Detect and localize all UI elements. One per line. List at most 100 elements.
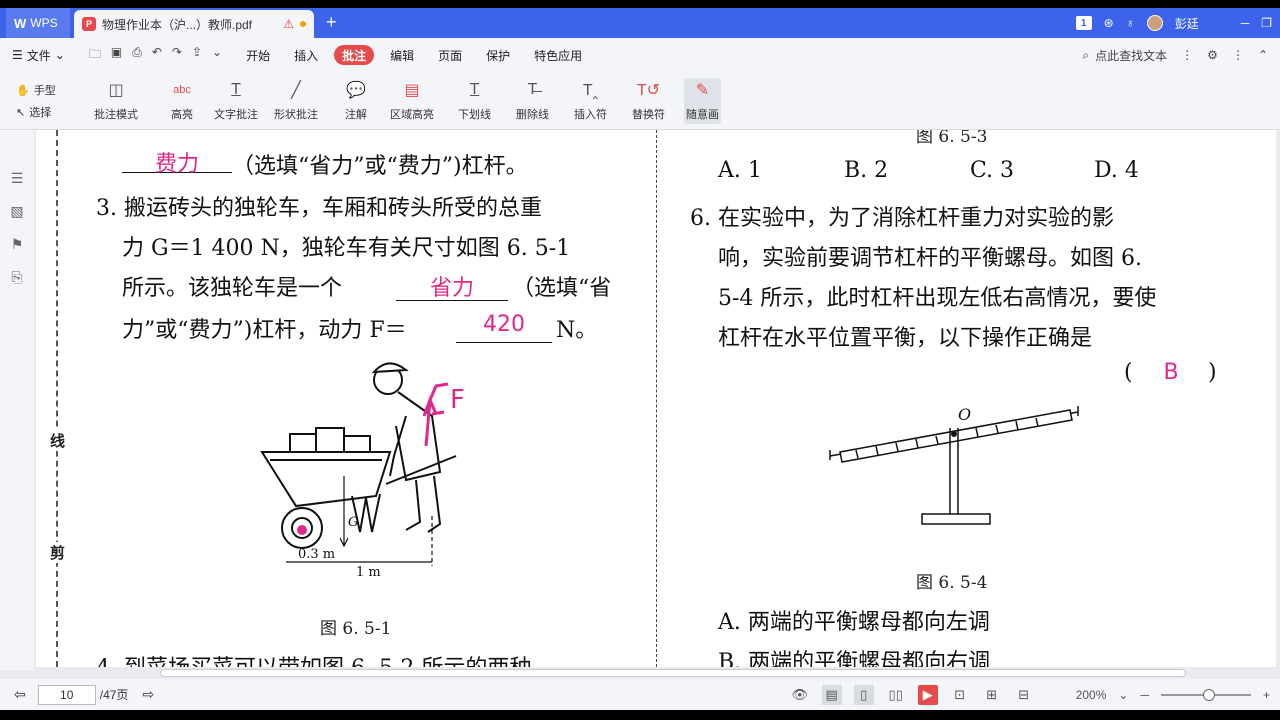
next-page-icon[interactable]: ⇨ <box>142 686 154 703</box>
continuous-view-icon[interactable]: ▤ <box>821 684 842 705</box>
hand-tool-label: 手型 <box>33 85 56 97</box>
cut-char-cut: 剪 <box>50 542 66 563</box>
q3-line4b: N。 <box>556 318 598 343</box>
avatar[interactable] <box>1146 15 1163 31</box>
page-number-input[interactable]: 10 <box>37 684 96 705</box>
prev-page-icon[interactable]: ⇦ <box>14 686 26 703</box>
note-label: 注解 <box>345 109 367 121</box>
settings-gear-icon[interactable]: ⚙ <box>1207 48 1218 62</box>
highlight-button[interactable]: abc 高亮 <box>168 78 196 122</box>
menu-insert[interactable]: 插入 <box>282 38 330 72</box>
find-text-field[interactable]: 点此查找文本 <box>1095 47 1167 64</box>
menu-protect[interactable]: 保护 <box>474 38 522 72</box>
cursor-icon: ↖ <box>16 106 26 119</box>
annotation-answer-2[interactable]: 420 <box>456 312 552 337</box>
collapse-chevron-icon[interactable]: ⌃ <box>1258 48 1268 62</box>
annotation-answer-0[interactable]: 费力 <box>122 146 232 178</box>
q6-line3: 5-4 所示，此时杠杆出现左低右高情况，要使 <box>718 286 1157 311</box>
highlight-label: 高亮 <box>171 109 193 121</box>
cut-line <box>56 130 58 667</box>
new-tab-button[interactable]: + <box>326 12 337 33</box>
strikethrough-button[interactable]: T̶ 删除线 <box>516 78 549 122</box>
shirt-skin-icon[interactable]: ♁ <box>1126 16 1135 30</box>
menu-special[interactable]: 特色应用 <box>522 38 594 72</box>
menu-bar: ☰ 文件 ⌄ 🗀 ▣ ⎙ ↶ ↷ ⇪ ⌄ 开始 插入 批注 编辑 页面 保护 特… <box>0 38 1280 72</box>
cloud-icon[interactable]: ⊛ <box>1104 16 1114 30</box>
minimize-icon[interactable]: ─ <box>1241 16 1250 30</box>
replace-mark-icon: T↺ <box>636 82 661 99</box>
menu-page[interactable]: 页面 <box>426 38 474 72</box>
annotation-mode-button[interactable]: ◫ 批注模式 <box>94 78 138 122</box>
fit-page-icon[interactable]: ⊞ <box>982 685 1002 705</box>
thumbnail-icon[interactable]: ▧ <box>10 203 23 220</box>
q3-line3a: 所示。该独轮车是一个 <box>122 276 343 301</box>
restore-icon[interactable]: ❐ <box>1261 16 1272 30</box>
zoom-in-icon[interactable]: + <box>1263 688 1270 702</box>
zoom-level[interactable]: 200% <box>1076 688 1107 702</box>
open-folder-icon[interactable]: 🗀 <box>89 45 101 66</box>
scrollbar-thumb[interactable] <box>160 669 1186 677</box>
hand-tool[interactable]: ✋ 手型 <box>16 82 56 98</box>
zoom-out-icon[interactable]: ─ <box>1140 688 1149 702</box>
document-tab[interactable]: P 物理作业本（沪...）教师.pdf ⚠ <box>74 10 314 38</box>
q5-option-b: B. 2 <box>844 158 889 183</box>
strikethrough-label: 删除线 <box>516 109 549 121</box>
area-highlight-button[interactable]: ▤ 区域高亮 <box>390 78 434 122</box>
column-divider <box>656 130 657 667</box>
zoom-slider[interactable] <box>1160 688 1251 701</box>
q4-line1-partial: 4. 到菜场买菜可以带如图 6. 5-2 所示的两种 <box>96 650 531 667</box>
two-page-icon[interactable]: ▯▯ <box>886 685 906 705</box>
insert-mark-label: 插入符 <box>574 109 607 121</box>
file-menu[interactable]: ☰ 文件 ⌄ <box>0 38 77 72</box>
annotation-answer-1[interactable]: 省力 <box>396 270 508 302</box>
redo-icon[interactable]: ↷ <box>172 45 182 66</box>
select-tool[interactable]: ↖ 选择 <box>16 104 56 120</box>
status-bar-right: 👁 ▤ ▯ ▯▯ ▶ ⊡ ⊞ ⊟ 200% ⌄ ─ + <box>790 679 1270 710</box>
eye-protect-icon[interactable]: 👁 <box>790 685 810 705</box>
bookmark-icon[interactable]: ⚑ <box>11 236 24 253</box>
horizontal-scrollbar[interactable] <box>36 667 1276 679</box>
note-bubble-icon: 💬 <box>346 82 366 99</box>
select-tool-label: 选择 <box>29 107 52 119</box>
more-chevron-icon[interactable]: ⌄ <box>212 45 222 66</box>
note-button[interactable]: 💬 注解 <box>342 78 370 122</box>
zoom-dropdown-icon[interactable]: ⌄ <box>1118 688 1128 702</box>
more-vert-icon-2[interactable]: ⋮ <box>1232 48 1244 62</box>
wps-home-tab[interactable]: W WPS <box>6 8 70 38</box>
export-pages-icon[interactable]: ⎘ <box>11 269 22 286</box>
page-total: /47页 <box>99 688 129 702</box>
freehand-draw-button[interactable]: ✎ 随意画 <box>684 78 721 124</box>
export-icon[interactable]: ⇪ <box>192 45 202 66</box>
left-sidebar: ☰ ▧ ⚑ ⎘ <box>0 130 34 670</box>
q6-line4: 杠杆在水平位置平衡，以下操作正确是 <box>718 326 1093 351</box>
play-slideshow-icon[interactable]: ▶ <box>917 684 938 705</box>
outline-icon[interactable]: ☰ <box>11 170 24 187</box>
menu-edit[interactable]: 编辑 <box>378 38 426 72</box>
save-icon[interactable]: ▣ <box>111 45 122 66</box>
q3-line3b: （选填“省 <box>512 276 612 301</box>
warning-icon[interactable]: ⚠ <box>283 17 294 31</box>
file-menu-label: 文件 <box>26 48 51 63</box>
annotation-answer-q6[interactable]: B <box>1156 360 1186 385</box>
q2-tail-text: （选填“省力”或“费力”)杠杆。 <box>232 154 528 179</box>
text-annotation-button[interactable]: T̲ 文字批注 <box>214 78 258 122</box>
window-count-badge[interactable]: 1 <box>1075 16 1092 30</box>
underline-button[interactable]: T̲ 下划线 <box>458 78 491 122</box>
menu-annotate[interactable]: 批注 <box>334 45 375 65</box>
unsaved-dot-icon <box>300 21 306 27</box>
menu-start[interactable]: 开始 <box>234 38 282 72</box>
actual-size-icon[interactable]: ⊡ <box>950 685 970 705</box>
zoom-slider-knob[interactable] <box>1202 688 1215 701</box>
user-name[interactable]: 彭廷 <box>1175 15 1199 32</box>
print-icon[interactable]: ⎙ <box>132 45 142 66</box>
fit-width-icon[interactable]: ⊟ <box>1014 685 1034 705</box>
figure-label-03m: 0.3 m <box>298 547 335 562</box>
search-icon[interactable]: ⌕ <box>1082 48 1089 63</box>
undo-icon[interactable]: ↶ <box>152 45 162 66</box>
pdf-page: 线 剪 费力 （选填“省力”或“费力”)杠杆。 3. 搬运砖头的独轮车，车厢和砖… <box>36 130 1276 667</box>
insert-mark-button[interactable]: T‸ 插入符 <box>574 78 607 122</box>
more-vert-icon[interactable]: ⋮ <box>1181 48 1193 62</box>
single-page-icon[interactable]: ▯ <box>853 684 874 705</box>
replace-mark-button[interactable]: T↺ 替换符 <box>632 78 665 122</box>
shape-annotation-button[interactable]: ╱ 形状批注 <box>274 78 318 122</box>
